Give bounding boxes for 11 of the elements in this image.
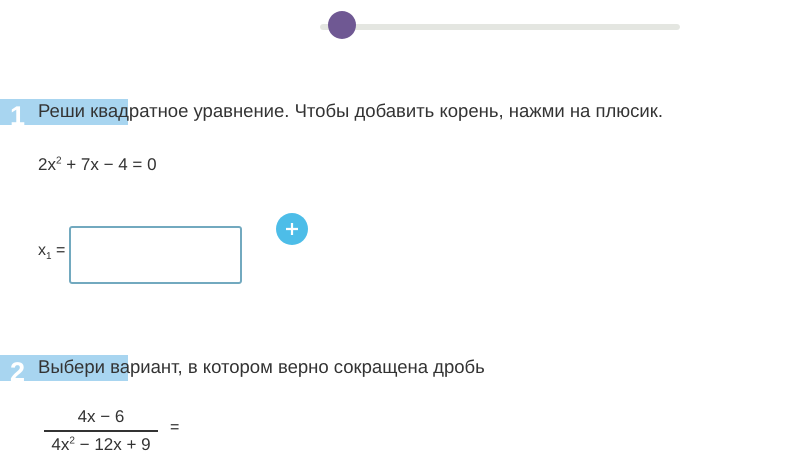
answer-field[interactable] (69, 226, 242, 284)
root-label: x$_{1}$ = (38, 242, 66, 262)
plus-icon (285, 222, 300, 236)
fraction-denominator: 4x$^{2}$ − 12x + 9 (51, 435, 151, 455)
task-prompt: Реши квадратное уравнение. Чтобы добавить корень, нажми на плюсик. (38, 100, 663, 121)
task-prompt: Выбери вариант, в котором верно сокращена дробь (38, 356, 485, 377)
progress-thumb[interactable] (328, 11, 356, 39)
equals-sign: = (170, 419, 180, 437)
fraction-numerator: 4x − 6 (78, 407, 124, 427)
equation: 2x$^{2}$ + 7x − 4 = 0 (38, 155, 158, 176)
add-button[interactable] (276, 213, 308, 245)
